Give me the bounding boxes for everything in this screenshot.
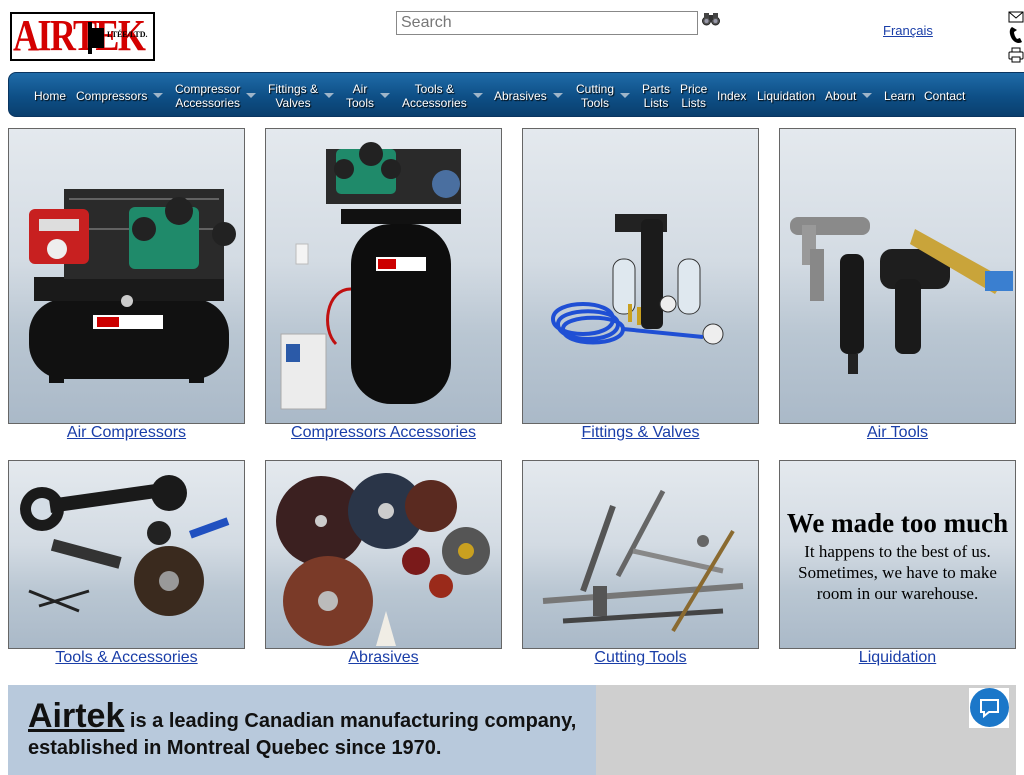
air-compressor-image[interactable] [8,128,245,424]
nav-price-lists[interactable]: Price Lists [680,73,707,118]
search-input[interactable] [396,11,698,35]
nav-compressor-accessories[interactable]: Compressor Accessories [175,73,257,118]
binoculars-search-icon[interactable] [702,12,720,26]
nav-index[interactable]: Index [717,73,746,118]
pneumatic-tools-image[interactable] [779,128,1016,424]
liquidation-heading: We made too much [786,508,1009,538]
nav-about[interactable]: About [825,73,873,118]
contact-icons [1008,11,1024,66]
nav-label: Contact [924,88,966,103]
category-link-abrasives[interactable]: Abrasives [265,649,502,667]
category-link-air-tools[interactable]: Air Tools [779,424,1016,442]
nav-contact[interactable]: Contact [924,73,965,118]
chevron-down-icon [153,93,164,98]
nav-label: About [825,88,857,103]
wrenches-and-brushes-image[interactable] [8,460,245,649]
drill-bits-reamers-image[interactable] [522,460,759,649]
liquidation-description: It happens to the best of us. Sometimes,… [798,542,997,603]
nav-label: Price Lists [680,81,708,110]
nav-home[interactable]: Home [34,73,66,118]
vertical-tank-compressor-image[interactable] [265,128,502,424]
logo-subtitle: LTÉE/LTD. [107,30,148,39]
chevron-down-icon [552,93,563,98]
about-brand-link[interactable]: Airtek [28,697,124,735]
chevron-down-icon [246,93,257,98]
category-link-cutting-tools[interactable]: Cutting Tools [522,649,759,667]
nav-label: Abrasives [494,88,547,103]
nav-tools-accessories[interactable]: Tools & Accessories [402,73,483,118]
nav-label: Cutting Tools [576,81,615,110]
nav-compressors[interactable]: Compressors [76,73,164,118]
about-text: Airtek is a leading Canadian manufacturi… [28,699,588,762]
nav-label: Parts Lists [642,81,671,110]
category-link-fittings-valves[interactable]: Fittings & Valves [522,424,759,442]
filter-regulator-hose-image[interactable] [522,128,759,424]
category-link-tools-accessories[interactable]: Tools & Accessories [8,649,245,667]
about-side-panel [596,685,1016,775]
chevron-down-icon [620,93,631,98]
category-link-compressors-accessories[interactable]: Compressors Accessories [265,424,502,442]
nav-label: Air Tools [346,81,375,110]
chevron-down-icon [472,93,483,98]
nav-liquidation[interactable]: Liquidation [757,73,815,118]
chat-bubble-icon [970,688,1009,727]
nav-label: Compressor Accessories [175,81,241,110]
printer-icon[interactable] [1008,47,1024,63]
language-link-french[interactable]: Français [883,23,933,38]
nav-fittings-valves[interactable]: Fittings & Valves [268,73,335,118]
main-navigation: Home Compressors Compressor Accessories … [8,72,1024,117]
nav-parts-lists[interactable]: Parts Lists [642,73,670,118]
about-section: Airtek is a leading Canadian manufacturi… [8,685,596,775]
nav-label: Fittings & Valves [268,81,319,110]
grinding-discs-image[interactable] [265,460,502,649]
nav-cutting-tools[interactable]: Cutting Tools [576,73,631,118]
email-icon[interactable] [1008,11,1024,23]
nav-label: Compressors [76,88,148,103]
nav-air-tools[interactable]: Air Tools [346,73,391,118]
logo-plug-graphic [88,22,104,54]
nav-learn[interactable]: Learn [884,73,915,118]
airtek-logo[interactable]: AIRTEK LTÉE/LTD. [10,12,155,61]
category-link-liquidation[interactable]: Liquidation [779,649,1016,667]
chevron-down-icon [324,93,335,98]
liquidation-text-tile[interactable]: We made too much It happens to the best … [779,460,1016,649]
nav-label: Learn [884,88,915,103]
nav-label: Tools & Accessories [402,81,467,110]
nav-label: Home [34,88,67,103]
chevron-down-icon [862,93,873,98]
nav-label: Index [717,88,747,103]
chat-widget-button[interactable] [969,688,1009,728]
nav-abrasives[interactable]: Abrasives [494,73,563,118]
nav-label: Liquidation [757,88,816,103]
phone-icon[interactable] [1008,26,1024,44]
chevron-down-icon [380,93,391,98]
category-link-air-compressors[interactable]: Air Compressors [8,424,245,442]
